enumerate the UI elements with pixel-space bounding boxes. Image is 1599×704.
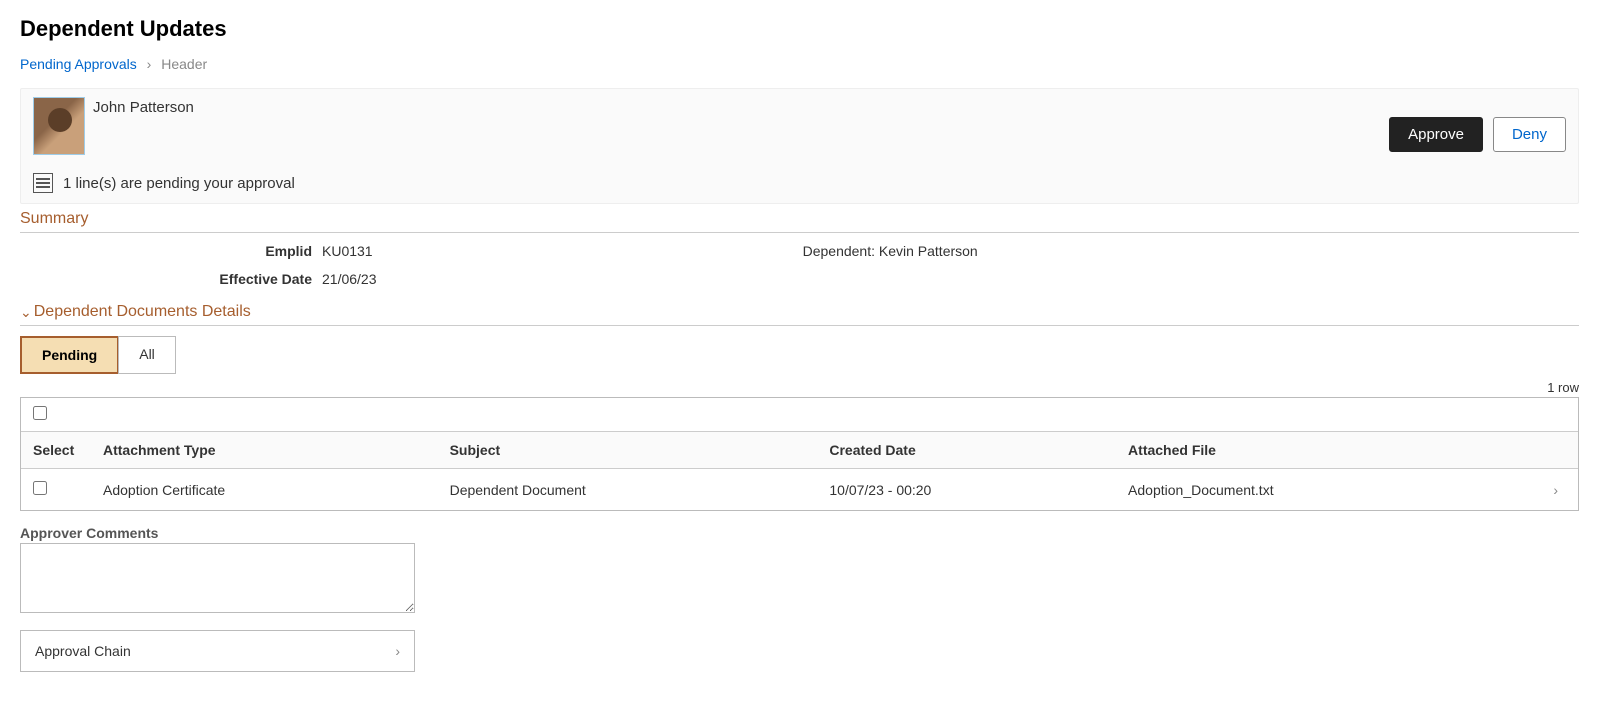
summary-grid: Emplid KU0131 Dependent: Kevin Patterson… <box>20 243 1579 287</box>
chevron-right-icon: › <box>1553 482 1558 498</box>
dependent-text: Dependent: Kevin Patterson <box>803 243 978 259</box>
col-attached-file: Attached File <box>1116 432 1518 469</box>
lines-icon <box>33 173 53 193</box>
effective-date-label: Effective Date <box>32 271 322 287</box>
cell-created-date: 10/07/23 - 00:20 <box>817 469 1116 511</box>
tab-all[interactable]: All <box>118 336 176 374</box>
pending-approval-text: 1 line(s) are pending your approval <box>63 175 295 192</box>
col-attachment-type: Attachment Type <box>91 432 438 469</box>
deny-button[interactable]: Deny <box>1493 117 1566 152</box>
effective-date-value: 21/06/23 <box>322 271 377 287</box>
chevron-right-icon: › <box>147 56 152 72</box>
approve-button[interactable]: Approve <box>1389 117 1483 152</box>
select-all-checkbox[interactable] <box>33 406 47 420</box>
chevron-right-icon: › <box>395 643 400 659</box>
tab-pending[interactable]: Pending <box>20 336 119 374</box>
approver-comments-label: Approver Comments <box>20 525 1579 541</box>
breadcrumb-current: Header <box>161 56 207 72</box>
documents-table: Select Attachment Type Subject Created D… <box>20 397 1579 511</box>
breadcrumb-parent-link[interactable]: Pending Approvals <box>20 56 137 72</box>
row-count: 1 row <box>20 380 1579 395</box>
approver-comments-input[interactable] <box>20 543 415 613</box>
header-region: John Patterson Approve Deny 1 line(s) ar… <box>20 88 1579 204</box>
summary-section-title: Summary <box>20 210 1579 233</box>
emplid-label: Emplid <box>32 243 322 259</box>
col-created-date: Created Date <box>817 432 1116 469</box>
row-select-checkbox[interactable] <box>33 481 47 495</box>
documents-section-title: Dependent Documents Details <box>34 303 251 321</box>
emplid-value: KU0131 <box>322 243 373 259</box>
approval-chain-button[interactable]: Approval Chain › <box>20 630 415 672</box>
cell-attached-file: Adoption_Document.txt <box>1116 469 1518 511</box>
col-select: Select <box>21 432 91 469</box>
breadcrumb: Pending Approvals › Header <box>20 56 1579 72</box>
cell-attachment-type: Adoption Certificate <box>91 469 438 511</box>
table-row[interactable]: Adoption Certificate Dependent Document … <box>21 469 1578 511</box>
avatar <box>33 97 85 155</box>
cell-subject: Dependent Document <box>438 469 818 511</box>
page-title: Dependent Updates <box>20 16 1579 42</box>
approval-chain-label: Approval Chain <box>35 643 131 659</box>
documents-section-header[interactable]: ⌄ Dependent Documents Details <box>20 303 1579 326</box>
chevron-down-icon: ⌄ <box>20 304 32 321</box>
tabs: Pending All <box>20 336 1579 374</box>
col-subject: Subject <box>438 432 818 469</box>
user-name: John Patterson <box>93 99 194 116</box>
